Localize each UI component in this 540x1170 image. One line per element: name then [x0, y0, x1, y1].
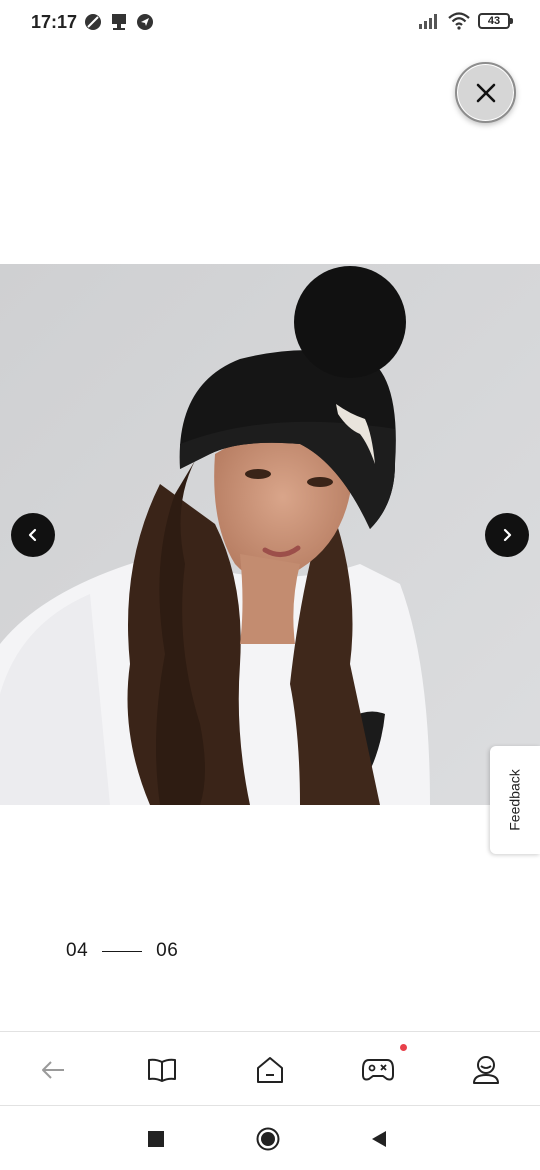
system-status-icons: 43 — [418, 12, 513, 30]
close-icon — [476, 83, 495, 102]
recents-button[interactable] — [144, 1127, 168, 1151]
previous-image-button[interactable] — [11, 513, 55, 557]
feedback-label: Feedback — [507, 769, 524, 831]
image-pager: 04 06 — [66, 940, 178, 962]
download-icon — [112, 14, 126, 30]
signal-icon — [419, 14, 437, 29]
product-image[interactable] — [0, 264, 540, 805]
pager-current: 04 — [66, 940, 89, 961]
profile-icon — [473, 1056, 499, 1084]
circle-home-icon — [256, 1127, 280, 1151]
home-icon — [257, 1057, 283, 1083]
back-button[interactable] — [35, 1052, 71, 1088]
next-image-button[interactable] — [485, 513, 529, 557]
notification-dot — [400, 1044, 407, 1051]
home-button[interactable] — [252, 1052, 288, 1088]
book-icon — [148, 1058, 176, 1082]
chevron-right-icon — [503, 528, 512, 542]
status-time: 17:17 — [31, 12, 78, 32]
back-arrow-icon — [42, 1061, 64, 1079]
chevron-left-icon — [28, 528, 37, 542]
catalog-button[interactable] — [144, 1052, 180, 1088]
pager-total: 06 — [156, 940, 179, 961]
status-bar: 17:17 43 — [0, 0, 540, 46]
battery-indicator: 43 — [478, 13, 513, 29]
system-navigation-bar — [0, 1107, 540, 1170]
gamepad-icon — [362, 1059, 394, 1081]
navigation-icon — [137, 14, 153, 30]
system-home-button[interactable] — [256, 1127, 280, 1151]
bottom-navigation — [0, 1031, 540, 1106]
square-recents-icon — [148, 1131, 164, 1147]
games-button[interactable] — [360, 1052, 396, 1088]
wifi-icon — [448, 12, 470, 30]
blocked-icon — [85, 14, 101, 30]
notification-icons — [84, 13, 154, 31]
triangle-back-icon — [372, 1131, 386, 1147]
feedback-tab[interactable]: Feedback — [490, 746, 540, 854]
pager-divider — [102, 950, 143, 952]
product-photo — [0, 264, 540, 805]
system-back-button[interactable] — [367, 1127, 391, 1151]
close-button[interactable] — [455, 62, 516, 123]
profile-button[interactable] — [468, 1052, 504, 1088]
